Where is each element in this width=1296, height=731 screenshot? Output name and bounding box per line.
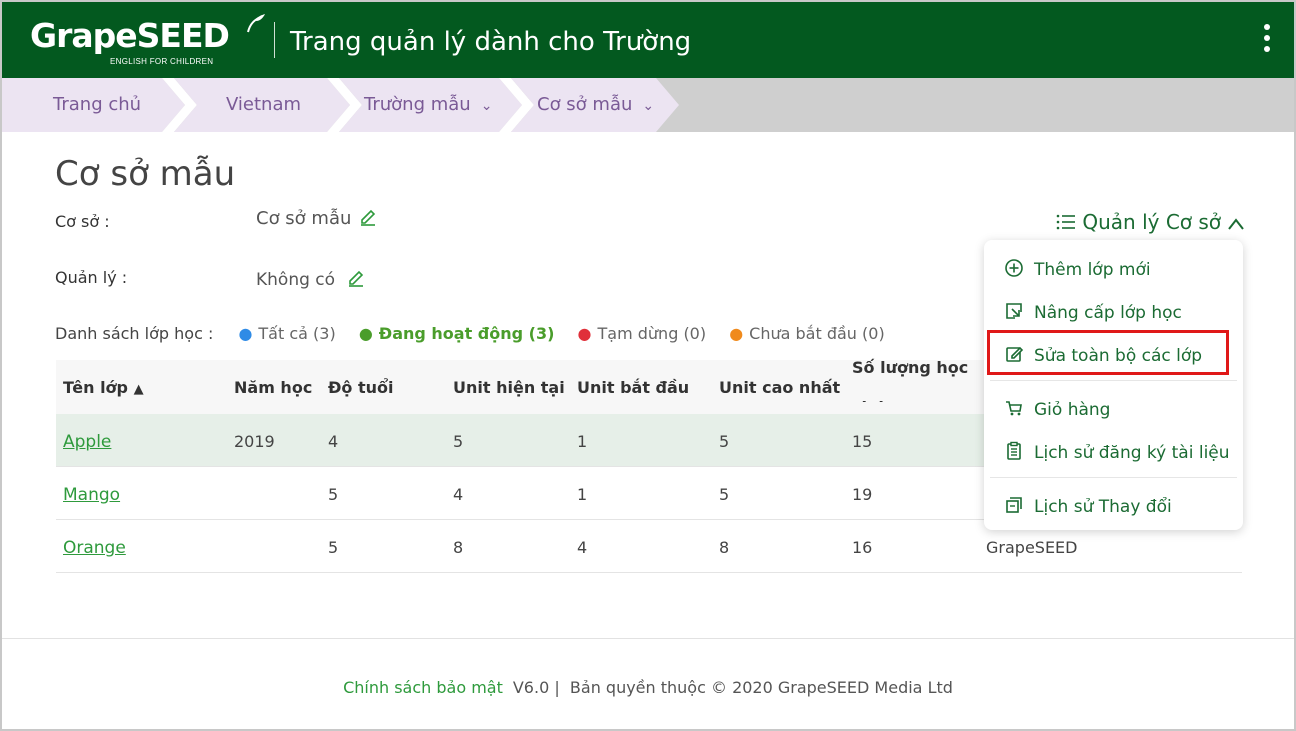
- cell-extra: GrapeSEED: [986, 538, 1078, 557]
- page-title: Cơ sở mẫu: [55, 154, 236, 194]
- cell-students: 16: [852, 538, 873, 557]
- campus-value: Cơ sở mẫu: [256, 208, 352, 229]
- column-header-students[interactable]: Số lượng học sinh: [852, 348, 982, 402]
- filter-not-started[interactable]: ● Chưa bắt đầu (0): [729, 324, 885, 343]
- menu-divider: [990, 380, 1237, 381]
- app-header: GrapeSEED ENGLISH FOR CHILDREN Trang quả…: [2, 2, 1294, 78]
- chevron-up-icon: [1228, 218, 1245, 230]
- filter-paused[interactable]: ● Tạm dừng (0): [578, 324, 707, 343]
- column-header-max-unit[interactable]: Unit cao nhất: [719, 378, 840, 397]
- filter-label: Danh sách lớp học :: [55, 324, 214, 343]
- cell-start-unit: 1: [577, 485, 588, 504]
- orange-dot-icon: ●: [729, 324, 744, 343]
- cell-year: 2019: [234, 432, 275, 451]
- cell-students: 15: [852, 432, 873, 451]
- red-dot-icon: ●: [577, 324, 592, 343]
- more-menu-icon[interactable]: [1262, 24, 1272, 52]
- breadcrumb: Trang chủ Vietnam Trường mẫu ⌄ Cơ sở mẫu ⌄: [2, 78, 1294, 132]
- column-header-year[interactable]: Năm học: [234, 378, 312, 397]
- clipboard-icon: [1007, 441, 1021, 460]
- manage-campus-label: Quản lý Cơ sở: [1082, 210, 1222, 234]
- manage-campus-button[interactable]: Quản lý Cơ sở: [1056, 210, 1245, 234]
- cell-max-unit: 5: [719, 485, 730, 504]
- cell-age: 5: [328, 485, 339, 504]
- cart-icon: [1006, 401, 1022, 416]
- header-divider: [274, 22, 275, 58]
- cell-max-unit: 8: [719, 538, 730, 557]
- manager-value-row: Không có: [256, 269, 365, 290]
- cell-students: 19: [852, 485, 873, 504]
- class-link[interactable]: Apple: [63, 432, 111, 452]
- cell-start-unit: 1: [577, 432, 588, 451]
- menu-item-cart[interactable]: Giỏ hàng: [1004, 398, 1110, 420]
- column-header-age[interactable]: Độ tuổi: [328, 378, 393, 397]
- list-icon: [1056, 214, 1075, 230]
- class-filter-row: Danh sách lớp học : ● Tất cả (3) ● Đang ho…: [55, 324, 885, 343]
- breadcrumb-school[interactable]: Trường mẫu ⌄: [364, 78, 492, 132]
- blue-dot-icon: ●: [238, 324, 253, 343]
- plus-circle-icon: [1005, 259, 1023, 277]
- chevron-down-icon: ⌄: [642, 98, 655, 114]
- logo-text: GrapeSEED: [30, 16, 230, 55]
- upgrade-icon: [1006, 303, 1022, 319]
- menu-item-upgrade-class[interactable]: Nâng cấp lớp học: [1004, 301, 1182, 323]
- sprout-icon: [247, 14, 265, 33]
- filter-all[interactable]: ● Tất cả (3): [238, 324, 335, 343]
- menu-item-add-class[interactable]: Thêm lớp mới: [1004, 258, 1151, 280]
- menu-item-material-history[interactable]: Lịch sử đăng ký tài liệu: [1004, 441, 1230, 463]
- menu-item-change-history[interactable]: Lịch sử Thay đổi: [1004, 495, 1172, 517]
- logo-tagline: ENGLISH FOR CHILDREN: [110, 57, 214, 66]
- manager-value: Không có: [256, 270, 336, 290]
- sort-asc-icon: ▲: [133, 382, 144, 397]
- cell-current-unit: 4: [453, 485, 464, 504]
- pencil-icon[interactable]: [347, 269, 365, 287]
- cell-age: 4: [328, 432, 339, 451]
- filter-active[interactable]: ● Đang hoạt động (3): [359, 324, 555, 343]
- breadcrumb-campus[interactable]: Cơ sở mẫu ⌄: [537, 78, 654, 132]
- column-header-current-unit[interactable]: Unit hiện tại: [453, 378, 565, 397]
- class-link[interactable]: Orange: [63, 538, 126, 558]
- cell-current-unit: 5: [453, 432, 464, 451]
- footer-divider: [2, 638, 1294, 639]
- highlight-box: [987, 330, 1229, 375]
- history-icon: [1006, 497, 1022, 513]
- cell-current-unit: 8: [453, 538, 464, 557]
- manage-campus-menu: Thêm lớp mới Nâng cấp lớp học Sửa toàn b…: [984, 240, 1243, 530]
- grapeseed-logo[interactable]: GrapeSEED ENGLISH FOR CHILDREN: [30, 14, 265, 66]
- menu-divider: [990, 477, 1237, 478]
- class-link[interactable]: Mango: [63, 485, 120, 505]
- breadcrumb-home[interactable]: Trang chủ: [53, 78, 141, 132]
- breadcrumb-country[interactable]: Vietnam: [226, 78, 301, 132]
- column-header-start-unit[interactable]: Unit bắt đầu: [577, 378, 689, 397]
- app-title: Trang quản lý dành cho Trường: [290, 27, 692, 57]
- chevron-down-icon: ⌄: [480, 98, 493, 114]
- column-header-name[interactable]: Tên lớp ▲: [63, 378, 144, 397]
- cell-age: 5: [328, 538, 339, 557]
- cell-max-unit: 5: [719, 432, 730, 451]
- version-text: V6.0 |: [512, 678, 560, 697]
- privacy-policy-link[interactable]: Chính sách bảo mật: [343, 678, 503, 697]
- manager-label: Quản lý :: [55, 268, 128, 287]
- campus-value-row: Cơ sở mẫu: [256, 208, 377, 229]
- pencil-icon[interactable]: [359, 208, 377, 226]
- footer: Chính sách bảo mật V6.0 | Bản quyền thuộc…: [0, 678, 1296, 697]
- campus-label: Cơ sở :: [55, 212, 110, 231]
- green-dot-icon: ●: [358, 324, 373, 343]
- cell-start-unit: 4: [577, 538, 588, 557]
- copyright-text: Bản quyền thuộc © 2020 GrapeSEED Media L…: [569, 678, 953, 697]
